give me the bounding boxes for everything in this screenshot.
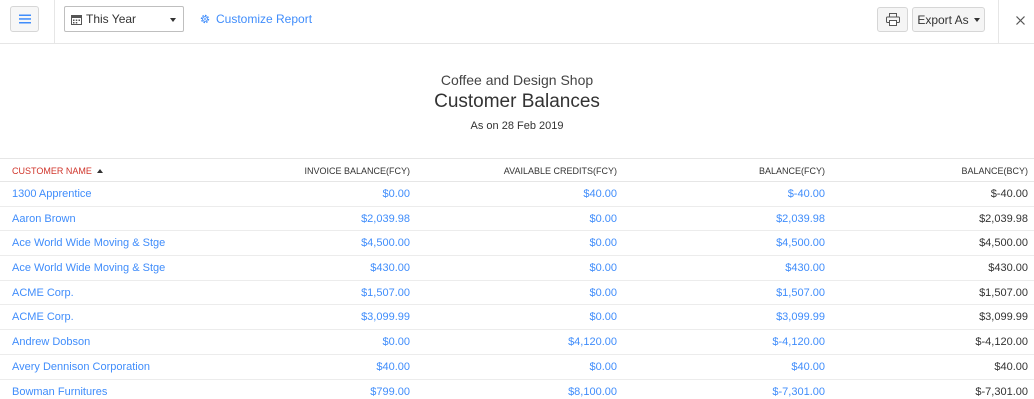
column-header-label: CUSTOMER NAME [12,166,92,176]
available-credits-link[interactable]: $8,100.00 [568,386,617,398]
chevron-down-icon [170,18,176,22]
customer-name-link[interactable]: Ace World Wide Moving & Stge [12,237,165,249]
export-as-label: Export As [917,12,969,27]
close-icon [1015,15,1025,25]
customer-name-link[interactable]: Andrew Dobson [12,336,90,348]
balance-fcy-link[interactable]: $3,099.99 [776,311,825,323]
available-credits-link[interactable]: $0.00 [589,213,617,225]
balance-bcy-value: $1,507.00 [979,286,1028,299]
menu-button[interactable] [10,6,39,32]
balance-fcy-link[interactable]: $-7,301.00 [772,386,825,398]
balance-bcy-value: $-40.00 [990,188,1028,200]
table-row: 1300 Apprentice $0.00 $40.00 $-40.00 $-4… [0,182,1034,207]
period-select-value: This Year [86,12,137,26]
invoice-balance-link[interactable]: $430.00 [370,262,410,274]
customer-name-link[interactable]: Avery Dennison Corporation [12,361,150,373]
toolbar-divider [998,0,999,44]
invoice-balance-link[interactable]: $40.00 [376,361,410,373]
balance-fcy-link[interactable]: $4,500.00 [776,237,825,249]
report-toolbar: This Year Customize Report Export As [0,0,1034,44]
balance-fcy-link[interactable]: $1,507.00 [776,287,825,299]
balance-bcy-value: $-4,120.00 [975,336,1028,349]
report-title: Customer Balances [434,91,600,112]
table-row: Ace World Wide Moving & Stge $430.00 $0.… [0,256,1034,281]
customer-name-link[interactable]: ACME Corp. [12,311,74,323]
chevron-down-icon [973,17,980,22]
export-as-button[interactable]: Export As [912,7,985,32]
balance-fcy-link[interactable]: $430.00 [785,262,825,274]
table-row: Andrew Dobson $0.00 $4,120.00 $-4,120.00… [0,330,1034,355]
table-header: CUSTOMER NAME INVOICE BALANCE(FCY) AVAIL… [0,158,1034,182]
balance-bcy-value: $2,039.98 [979,212,1028,225]
close-button[interactable] [1011,11,1029,29]
available-credits-link[interactable]: $40.00 [583,188,617,200]
print-button[interactable] [877,7,908,32]
invoice-balance-link[interactable]: $0.00 [382,336,410,348]
column-header-available-credits[interactable]: AVAILABLE CREDITS(FCY) [504,166,617,176]
customer-name-link[interactable]: 1300 Apprentice [12,188,92,200]
hamburger-menu-icon [18,14,31,24]
table-row: ACME Corp. $3,099.99 $0.00 $3,099.99 $3,… [0,305,1034,331]
column-header-balance-bcy[interactable]: BALANCE(BCY) [961,166,1028,176]
available-credits-link[interactable]: $4,120.00 [568,336,617,348]
balance-bcy-value: $-7,301.00 [975,385,1028,398]
report-date: As on 28 Feb 2019 [470,120,564,132]
table-row: Avery Dennison Corporation $40.00 $0.00 … [0,355,1034,380]
invoice-balance-link[interactable]: $3,099.99 [361,311,410,323]
invoice-balance-link[interactable]: $1,507.00 [361,287,410,299]
balance-fcy-link[interactable]: $-4,120.00 [772,336,825,348]
customer-balances-table: CUSTOMER NAME INVOICE BALANCE(FCY) AVAIL… [0,158,1034,399]
column-header-customer-name[interactable]: CUSTOMER NAME [12,166,103,176]
balance-fcy-link[interactable]: $2,039.98 [776,213,825,225]
customize-report-link[interactable]: Customize Report [199,12,312,26]
table-row: ACME Corp. $1,507.00 $0.00 $1,507.00 $1,… [0,281,1034,306]
column-header-invoice-balance[interactable]: INVOICE BALANCE(FCY) [304,166,410,176]
table-body: 1300 Apprentice $0.00 $40.00 $-40.00 $-4… [0,182,1034,399]
available-credits-link[interactable]: $0.00 [589,311,617,323]
customize-report-label: Customize Report [216,12,313,26]
balance-fcy-link[interactable]: $40.00 [791,361,825,373]
customer-name-link[interactable]: Bowman Furnitures [12,386,107,398]
customer-name-link[interactable]: ACME Corp. [12,287,74,299]
balance-bcy-value: $4,500.00 [979,237,1028,250]
invoice-balance-link[interactable]: $2,039.98 [361,213,410,225]
table-row: Bowman Furnitures $799.00 $8,100.00 $-7,… [0,380,1034,399]
invoice-balance-link[interactable]: $4,500.00 [361,237,410,249]
balance-bcy-value: $40.00 [994,360,1028,373]
customer-name-link[interactable]: Aaron Brown [12,213,76,225]
table-row: Aaron Brown $2,039.98 $0.00 $2,039.98 $2… [0,207,1034,232]
sort-ascending-icon [96,169,103,173]
available-credits-link[interactable]: $0.00 [589,361,617,373]
invoice-balance-link[interactable]: $0.00 [382,188,410,200]
report-header: Coffee and Design Shop Customer Balances… [0,44,1034,158]
balance-fcy-link[interactable]: $-40.00 [788,188,825,200]
customer-name-link[interactable]: Ace World Wide Moving & Stge [12,262,165,274]
organization-name: Coffee and Design Shop [440,72,594,88]
toolbar-divider [54,0,55,44]
available-credits-link[interactable]: $0.00 [589,262,617,274]
calendar-icon [71,14,82,25]
available-credits-link[interactable]: $0.00 [589,237,617,249]
table-row: Ace World Wide Moving & Stge $4,500.00 $… [0,231,1034,257]
gear-icon [200,14,210,24]
invoice-balance-link[interactable]: $799.00 [370,386,410,398]
column-header-balance-fcy[interactable]: BALANCE(FCY) [759,166,825,176]
printer-icon [885,13,900,26]
balance-bcy-value: $3,099.99 [979,311,1028,324]
period-select[interactable]: This Year [64,6,184,32]
available-credits-link[interactable]: $0.00 [589,287,617,299]
balance-bcy-value: $430.00 [988,262,1028,275]
